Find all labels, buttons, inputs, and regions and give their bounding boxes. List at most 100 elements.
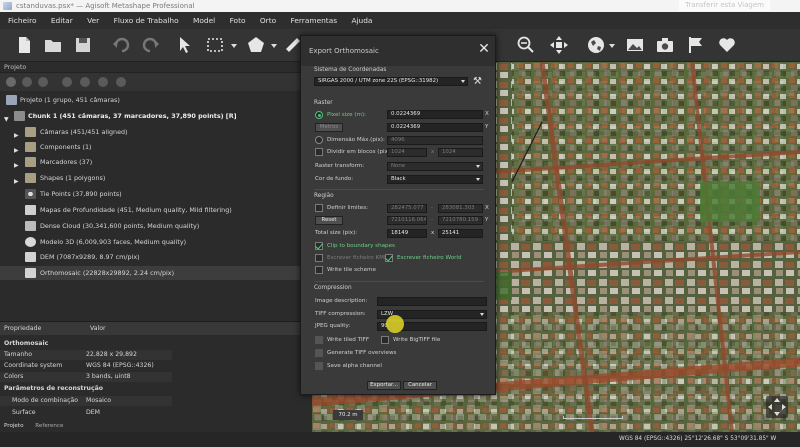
tab-projeto[interactable]: Projeto — [4, 423, 24, 429]
split-blocks-checkbox[interactable] — [315, 148, 323, 156]
image-description-input[interactable] — [377, 297, 487, 306]
bound-y-min-input[interactable]: 7210116.064 — [387, 216, 427, 225]
add-chunk-icon[interactable] — [6, 77, 16, 87]
tools-icon[interactable]: ⚒ — [473, 76, 482, 87]
world-file-checkbox[interactable] — [385, 254, 393, 262]
flag-icon[interactable] — [685, 34, 707, 56]
range-dash: - — [431, 217, 434, 223]
workspace-title: Projeto — [0, 62, 312, 73]
bigtiff-checkbox[interactable] — [381, 336, 389, 344]
tree-item[interactable]: ▼ Chunk 1 (451 câmaras, 37 marcadores, 3… — [0, 109, 312, 123]
pixel-size-radio[interactable] — [315, 111, 323, 119]
tiled-tiff-checkbox[interactable] — [315, 336, 323, 344]
chevron-down-icon[interactable] — [270, 34, 278, 56]
jpeg-quality-label: JPEG quality: — [315, 323, 351, 329]
bound-x-max-input[interactable]: 283081.303 — [438, 204, 483, 213]
tree-item[interactable]: Projeto (1 grupo, 451 câmaras) — [0, 93, 312, 107]
move-icon[interactable] — [548, 34, 570, 56]
tree-item-label: Orthomosaic (22828x29892, 2.24 cm/pix) — [40, 269, 175, 277]
tile-scheme-checkbox[interactable] — [315, 266, 323, 274]
enable-item-icon[interactable] — [98, 77, 108, 87]
add-folder-icon[interactable] — [38, 77, 48, 87]
divider — [314, 189, 484, 190]
clip-boundary-label: Clip to boundary shapes — [327, 243, 395, 249]
redo-icon[interactable] — [140, 34, 162, 56]
total-size-x-input[interactable]: 18149 — [387, 229, 427, 238]
menu-foto[interactable]: Foto — [230, 16, 246, 25]
pointer-icon[interactable] — [173, 34, 195, 56]
chevron-down-icon — [476, 178, 480, 181]
heart-shape-icon[interactable] — [716, 34, 738, 56]
disable-item-icon[interactable] — [80, 77, 90, 87]
max-dimension-input[interactable]: 4096 — [387, 136, 483, 145]
menu-ajuda[interactable]: Ajuda — [351, 16, 372, 25]
image-icon[interactable] — [624, 34, 646, 56]
tree-item[interactable]: Mapas de Profundidade (451, Medium quali… — [0, 203, 312, 217]
image-description-label: Image description: — [315, 298, 368, 304]
tie-points-icon — [25, 189, 36, 199]
menu-ficheiro[interactable]: Ficheiro — [8, 16, 37, 25]
add-photos-icon[interactable] — [22, 77, 32, 87]
raster-transform-select[interactable]: None — [387, 162, 483, 171]
pixel-size-x-input[interactable]: 0.0224369 — [387, 110, 483, 119]
menu-orto[interactable]: Orto — [260, 16, 276, 25]
bound-y-max-input[interactable]: 7210780.159 — [438, 216, 483, 225]
menu-model[interactable]: Model — [193, 16, 215, 25]
property-row: Modo de combinação Mosaico — [0, 396, 172, 406]
camera-icon[interactable] — [654, 34, 676, 56]
menu-ferramentas[interactable]: Ferramentas — [291, 16, 338, 25]
chevron-down-icon — [480, 313, 484, 316]
bound-x-min-input[interactable]: 282475.077 — [387, 204, 427, 213]
app-icon — [3, 2, 12, 10]
pixel-size-y-input[interactable]: 0.0224369 — [387, 123, 483, 132]
rectangle-select-icon[interactable] — [204, 34, 226, 56]
tree-item[interactable]: ▶ Shapes (1 polygons) — [0, 171, 312, 185]
menu-ver[interactable]: Ver — [87, 16, 99, 25]
tree-item-label: Components (1) — [40, 143, 92, 151]
tiff-overviews-checkbox[interactable] — [315, 349, 323, 357]
polygon-draw-icon[interactable] — [245, 34, 267, 56]
tiff-compression-label: TIFF compression: — [315, 311, 366, 317]
background-select[interactable]: Black — [387, 175, 483, 184]
kml-checkbox[interactable] — [315, 254, 323, 262]
tab-reference[interactable]: Reference — [35, 423, 63, 429]
tools-icon[interactable] — [116, 77, 126, 87]
new-icon[interactable] — [13, 34, 35, 56]
tree-item[interactable]: ▶ Câmaras (451/451 aligned) — [0, 125, 312, 139]
raster-section-label: Raster — [314, 100, 333, 106]
alpha-channel-checkbox[interactable] — [315, 362, 323, 370]
globe-icon[interactable] — [585, 34, 607, 56]
total-size-label: Total size (pix): — [315, 230, 358, 236]
chevron-down-icon[interactable] — [230, 34, 238, 56]
tree-item[interactable]: Tie Points (37,890 points) — [0, 187, 312, 201]
crs-select[interactable]: SIRGAS 2000 / UTM zone 22S (EPSG::31982) — [314, 77, 468, 86]
close-icon[interactable]: ✕ — [477, 42, 491, 56]
menu-editar[interactable]: Editar — [51, 16, 73, 25]
zoom-out-icon[interactable] — [515, 34, 537, 56]
tree-item[interactable]: DEM (7087x9289, 8.97 cm/pix) — [0, 250, 312, 264]
tree-item[interactable]: ▶ Marcadores (37) — [0, 155, 312, 169]
reset-button[interactable]: Reset — [315, 216, 343, 225]
kml-label: Escrever ficheiro KML — [327, 255, 388, 261]
tree-item[interactable]: Dense Cloud (30,341,600 points, Medium q… — [0, 219, 312, 233]
chevron-down-icon[interactable] — [608, 34, 616, 56]
navigation-widget[interactable] — [766, 396, 788, 418]
open-icon[interactable] — [42, 34, 64, 56]
total-size-y-input[interactable]: 25141 — [438, 229, 483, 238]
undo-icon[interactable] — [110, 34, 132, 56]
tree-item[interactable]: Orthomosaic (22828x29892, 2.24 cm/pix) — [0, 266, 312, 280]
menu-fluxo[interactable]: Fluxo de Trabalho — [114, 16, 179, 25]
export-button[interactable]: Exportar... — [367, 381, 401, 390]
max-dimension-radio[interactable] — [315, 136, 323, 144]
metros-button[interactable]: Metros — [315, 123, 343, 132]
cancel-button[interactable]: Cancelar — [403, 381, 437, 390]
remove-item-icon[interactable] — [62, 77, 72, 87]
split-x-input[interactable]: 1024 — [387, 148, 427, 157]
tree-item[interactable]: Modelo 3D (6,009,903 faces, Medium quali… — [0, 235, 312, 249]
save-icon[interactable] — [72, 34, 94, 56]
property-section-header: Parâmetros de reconstrução — [4, 385, 104, 392]
set-bounds-checkbox[interactable] — [315, 204, 323, 212]
split-y-input[interactable]: 1024 — [438, 148, 483, 157]
clip-boundary-checkbox[interactable] — [315, 242, 323, 250]
tree-item[interactable]: ▶ Components (1) — [0, 140, 312, 154]
